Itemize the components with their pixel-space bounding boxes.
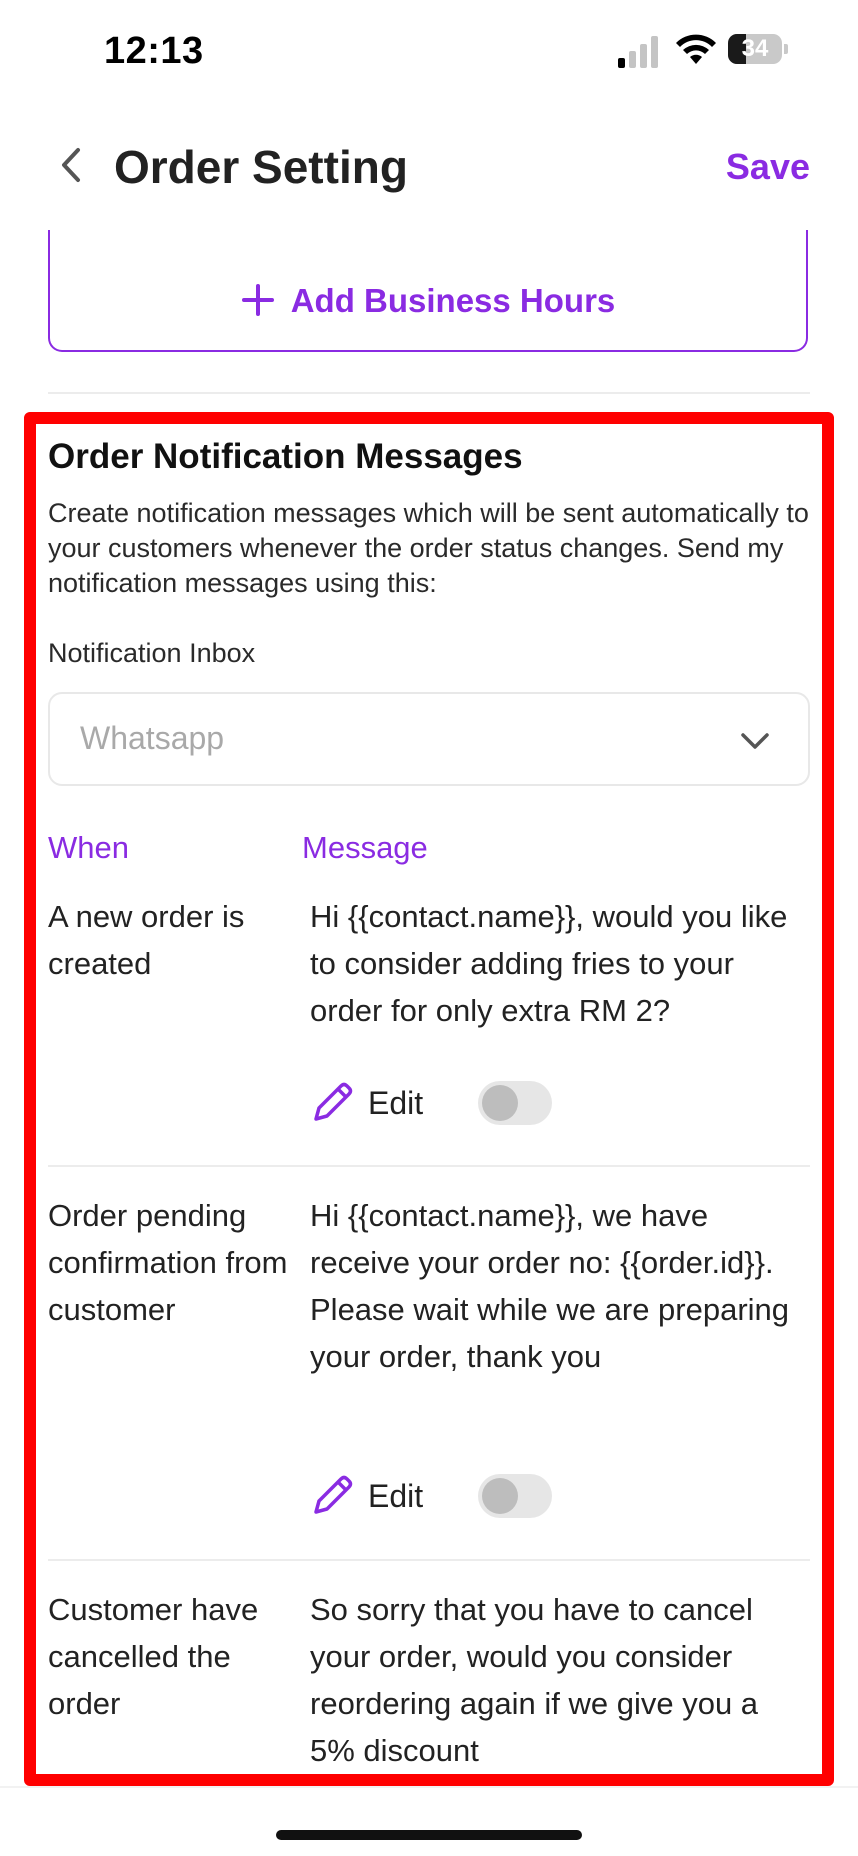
battery-icon: 34 [728, 34, 790, 66]
divider [48, 392, 810, 394]
edit-button[interactable]: Edit [368, 1478, 423, 1515]
back-button[interactable] [50, 140, 94, 190]
chevron-left-icon [62, 148, 80, 182]
row-message: So sorry that you have to cancel your or… [310, 1592, 759, 1768]
row-when: Customer have cancelled the order [48, 1592, 259, 1721]
toggle-knob [482, 1478, 518, 1514]
chevron-down-icon [741, 733, 769, 749]
page-title: Order Setting [114, 141, 408, 193]
row-when: A new order is created [48, 899, 245, 981]
signal-icon [618, 34, 662, 68]
status-time: 12:13 [104, 30, 204, 72]
pencil-icon[interactable] [310, 1472, 356, 1518]
add-business-hours-label: Add Business Hours [290, 282, 616, 319]
row-when: Order pending confirmation from customer [48, 1198, 288, 1327]
home-indicator[interactable] [276, 1830, 582, 1840]
header-bar: Order Setting Save [0, 110, 858, 220]
row-toggle[interactable] [478, 1474, 552, 1518]
save-button[interactable]: Save [726, 146, 810, 188]
row-toggle[interactable] [478, 1081, 552, 1125]
pencil-icon[interactable] [310, 1079, 356, 1125]
bottom-divider [0, 1786, 858, 1788]
highlight-frame [24, 412, 834, 1786]
plus-icon [241, 284, 274, 317]
divider [48, 1165, 810, 1167]
column-header-when: When [48, 830, 129, 865]
section-title: Order Notification Messages [48, 437, 523, 476]
row-message: Hi {{contact.name}}, we have receive you… [310, 1198, 790, 1374]
add-business-hours-button[interactable]: Add Business Hours [48, 230, 808, 352]
notification-inbox-value: Whatsapp [80, 720, 225, 756]
notification-inbox-label: Notification Inbox [48, 638, 256, 668]
battery-level-text: 34 [741, 35, 769, 62]
divider [48, 1559, 810, 1561]
notification-inbox-select[interactable]: Whatsapp [48, 692, 810, 786]
section-description: Create notification messages which will … [48, 498, 809, 598]
column-header-message: Message [302, 830, 428, 865]
status-bar: 12:13 34 [0, 0, 858, 100]
row-message: Hi {{contact.name}}, would you like to c… [310, 899, 788, 1028]
toggle-knob [482, 1085, 518, 1121]
wifi-icon [676, 34, 716, 64]
edit-button[interactable]: Edit [368, 1085, 423, 1122]
